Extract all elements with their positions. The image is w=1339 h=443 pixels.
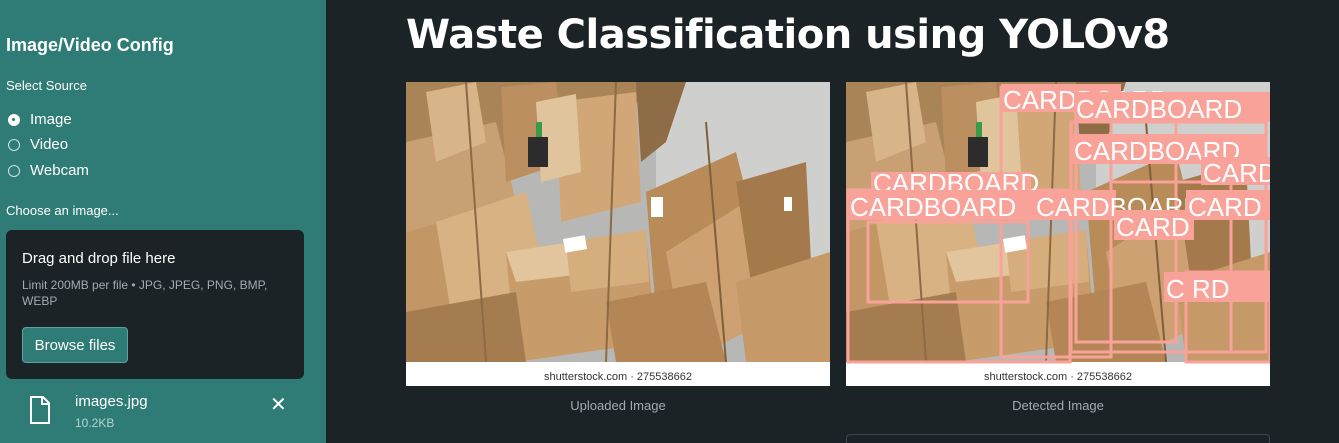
- radio-image[interactable]: Image: [8, 111, 72, 128]
- uploaded-file-item: images.jpg 10.2KB ✕: [28, 390, 308, 435]
- choose-image-label: Choose an image...: [6, 203, 119, 218]
- select-source-label: Select Source: [6, 78, 87, 93]
- detected-image-graphic: CARDBOARD CARDBOARD CARDBOARD CARDBOARD …: [846, 82, 1270, 386]
- output-panel-edge: [846, 434, 1270, 443]
- sidebar: Image/Video Config Select Source Image V…: [0, 0, 326, 443]
- dropzone-limit: Limit 200MB per file • JPG, JPEG, PNG, B…: [22, 278, 268, 308]
- uploaded-image-caption: Uploaded Image: [570, 398, 666, 413]
- radio-webcam-label: Webcam: [30, 162, 89, 179]
- detection-label: C RD: [1166, 274, 1230, 304]
- browse-files-button[interactable]: Browse files: [22, 327, 128, 363]
- detection-label: CARDBOARD: [1076, 94, 1242, 124]
- sidebar-title: Image/Video Config: [6, 35, 174, 55]
- page-title: Waste Classification using YOLOv8: [406, 12, 1170, 58]
- radio-image-label: Image: [30, 111, 72, 128]
- detection-label: CARD: [1203, 158, 1270, 188]
- watermark: shutterstock.com · 275538662: [984, 371, 1132, 383]
- detection-label: CARD: [1188, 192, 1262, 222]
- close-icon[interactable]: ✕: [270, 392, 287, 417]
- watermark: shutterstock.com · 275538662: [544, 371, 692, 383]
- file-name: images.jpg: [75, 393, 148, 410]
- uploaded-image-graphic: shutterstock.com · 275538662: [406, 82, 830, 386]
- detection-label: CARDBOARD: [850, 192, 1016, 222]
- radio-unselected-icon[interactable]: [8, 164, 20, 177]
- radio-selected-icon[interactable]: [8, 113, 20, 126]
- uploaded-image: shutterstock.com · 275538662: [406, 82, 830, 386]
- detected-image: CARDBOARD CARDBOARD CARDBOARD CARDBOARD …: [846, 82, 1270, 386]
- detected-image-caption: Detected Image: [1012, 398, 1104, 413]
- detection-label: CARD: [1116, 212, 1190, 242]
- radio-unselected-icon[interactable]: [8, 138, 20, 151]
- file-icon: [30, 396, 50, 424]
- file-size: 10.2KB: [75, 416, 115, 430]
- radio-video[interactable]: Video: [8, 136, 68, 153]
- radio-webcam[interactable]: Webcam: [8, 162, 89, 179]
- file-dropzone[interactable]: Drag and drop file here Limit 200MB per …: [6, 230, 304, 379]
- dropzone-title: Drag and drop file here: [22, 250, 176, 267]
- radio-video-label: Video: [30, 136, 69, 153]
